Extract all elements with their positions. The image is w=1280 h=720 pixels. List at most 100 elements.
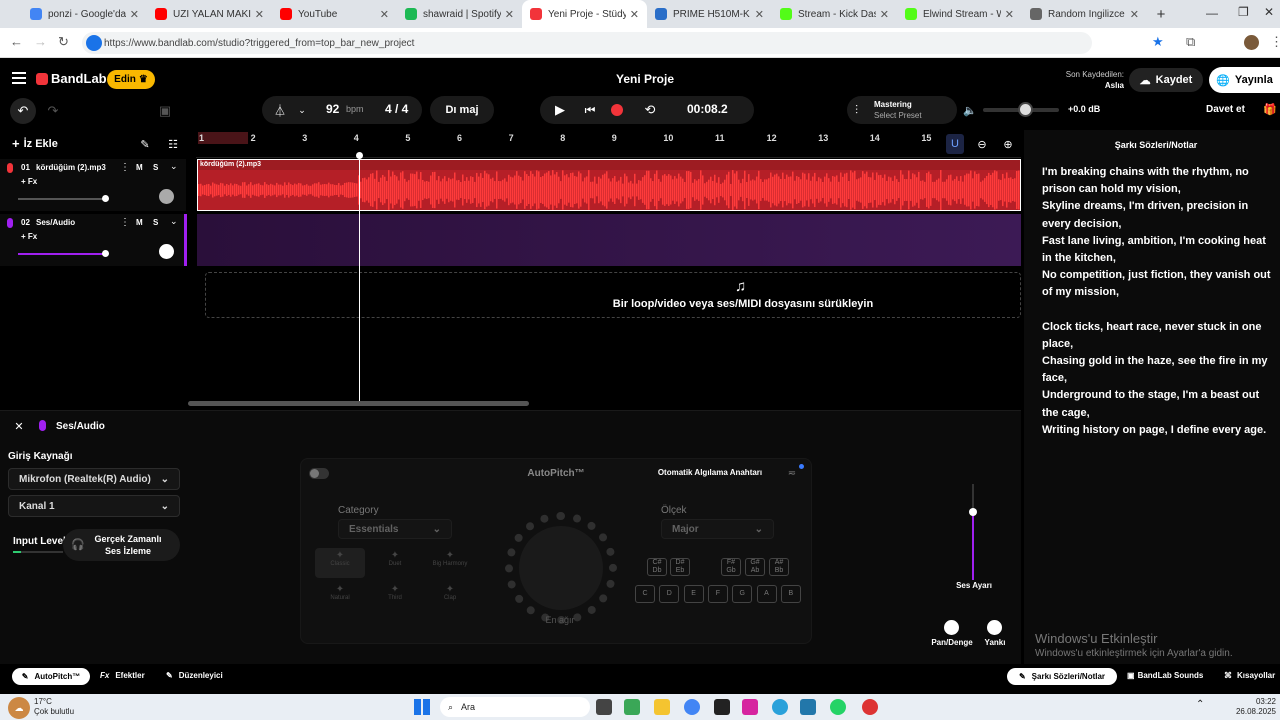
browser-tab[interactable]: ponzi - Google'da Ara ✕	[22, 0, 147, 28]
input-device-select[interactable]: Mikrofon (Realtek(R) Audio) ⌄	[8, 468, 180, 490]
scale-key-sharp[interactable]: F# Gb	[721, 558, 741, 576]
back-icon[interactable]: ←	[10, 34, 23, 49]
zoom-out-icon[interactable]: ⊖	[974, 136, 990, 152]
tab-close-icon[interactable]: ✕	[130, 8, 139, 21]
auto-detect-key-button[interactable]: Otomatik Algılama Anahtarı	[646, 468, 774, 477]
track-expand-icon[interactable]: ⌄	[170, 161, 178, 172]
record-icon[interactable]	[609, 102, 625, 118]
hamburger-icon[interactable]	[12, 72, 26, 84]
scale-key-natural[interactable]: D	[659, 585, 680, 603]
preset-button[interactable]: ✦ Natural	[315, 582, 365, 612]
track-volume-handle[interactable]	[102, 195, 109, 202]
scale-key-natural[interactable]: A	[756, 585, 777, 603]
track-more-icon[interactable]: ⋮	[120, 162, 130, 173]
chrome-icon[interactable]	[684, 699, 700, 715]
sounds-tab[interactable]: ▣ BandLab Sounds	[1127, 671, 1203, 680]
gift-icon[interactable]: 🎁	[1262, 100, 1278, 118]
audio-clip[interactable]: kördüğüm (2).mp3	[197, 159, 1021, 211]
track-pan-knob[interactable]	[159, 189, 174, 204]
tab-close-icon[interactable]: ✕	[630, 8, 639, 21]
browser-tab[interactable]: PRIME H510M-K | Ası ✕	[647, 0, 772, 28]
key-button[interactable]: Dı maj	[430, 96, 494, 124]
track-header[interactable]: 02 Ses/Audio ⋮ M S ⌄ + Fx	[0, 214, 187, 266]
mute-button[interactable]: M	[136, 163, 143, 172]
scale-key-natural[interactable]: G	[732, 585, 753, 603]
rewind-icon[interactable]: ⏮	[580, 100, 600, 120]
task-view-icon[interactable]	[596, 699, 612, 715]
site-info-icon[interactable]	[86, 35, 102, 51]
solo-button[interactable]: S	[153, 218, 158, 227]
scale-key-natural[interactable]: C	[635, 585, 655, 603]
scale-key-sharp[interactable]: G# Ab	[745, 558, 765, 576]
audio-lane[interactable]	[197, 214, 1021, 266]
lyrics-text[interactable]: I'm breaking chains with the rhythm, no p…	[1042, 164, 1272, 439]
autopitch-toggle[interactable]	[309, 468, 329, 479]
file-explorer-icon[interactable]	[654, 699, 670, 715]
bandlab-logo[interactable]: BandLab	[36, 71, 107, 86]
edit-badge[interactable]: Edin ♛	[107, 70, 155, 89]
scale-key-sharp[interactable]: C# Db	[647, 558, 667, 576]
track-header[interactable]: 01 kördüğüm (2).mp3 ⋮ M S ⌄ + Fx	[0, 159, 186, 211]
autopitch-settings-icon[interactable]: ≂	[784, 464, 800, 482]
track-more-icon[interactable]: ⋮	[120, 217, 130, 228]
track-name[interactable]: Ses/Audio	[36, 218, 75, 227]
profile-avatar[interactable]	[1244, 35, 1259, 50]
solo-button[interactable]: S	[153, 163, 158, 172]
close-panel-icon[interactable]: ✕	[12, 419, 26, 433]
clock-date[interactable]: 26.08.2025	[1220, 707, 1276, 716]
telegram-icon[interactable]	[772, 699, 788, 715]
browser-tab[interactable]: Yeni Proje - Stüdyo ✕	[522, 0, 647, 28]
scale-select[interactable]: Major ⌄	[661, 519, 774, 539]
zoom-in-icon[interactable]: ⊕	[1000, 136, 1016, 152]
editor-tab[interactable]: ✎ Düzenleyici	[166, 671, 223, 680]
preset-button[interactable]: ✦ Big Harmony	[425, 548, 475, 578]
scale-key-natural[interactable]: F	[707, 585, 728, 603]
taskbar-search[interactable]: ⌕ Ara	[440, 697, 590, 717]
drop-zone[interactable]	[205, 272, 1021, 318]
preset-button[interactable]: ✦ Duet	[370, 548, 420, 578]
menu-icon[interactable]: ⋮	[1270, 34, 1280, 50]
add-track-button[interactable]: + İz Ekle	[12, 136, 58, 151]
project-title[interactable]: Yeni Proje	[560, 72, 730, 86]
channel-select[interactable]: Kanal 1 ⌄	[8, 495, 180, 517]
browser-tab[interactable]: Random İngilizce rap ✕	[1022, 0, 1147, 28]
new-tab-button[interactable]: +	[1147, 0, 1175, 28]
timeline-scrollbar[interactable]	[188, 401, 529, 406]
discord-icon[interactable]	[742, 699, 758, 715]
mixer-view-icon[interactable]: ▣	[154, 100, 176, 122]
browser-tab[interactable]: YouTube ✕	[272, 0, 397, 28]
shortcuts-tab[interactable]: ⌘ Kısayollar	[1224, 671, 1275, 680]
tab-close-icon[interactable]: ✕	[255, 8, 264, 21]
bpm-value[interactable]: 92	[326, 102, 339, 116]
monitoring-button[interactable]: 🎧 Gerçek Zamanlı Ses İzleme	[63, 529, 180, 561]
preset-button[interactable]: ✦ Classic	[315, 548, 365, 578]
timeline-ruler[interactable]	[196, 130, 1021, 158]
window-close-button[interactable]: ✕	[1264, 5, 1274, 19]
publish-button[interactable]: 🌐 Yayınla	[1209, 67, 1280, 93]
track-volume-slider[interactable]	[18, 198, 106, 200]
tab-close-icon[interactable]: ✕	[1130, 8, 1139, 21]
time-signature[interactable]: 4 / 4	[385, 102, 408, 116]
speaker-icon[interactable]: 🔈	[961, 100, 979, 120]
start-icon[interactable]	[414, 699, 430, 715]
playhead-handle[interactable]	[356, 152, 363, 159]
tab-close-icon[interactable]: ✕	[380, 8, 389, 21]
browser-tab[interactable]: UZİ YALAN MAKİNESİ ✕	[147, 0, 272, 28]
loop-icon[interactable]: ⟲	[640, 100, 660, 120]
scale-key-natural[interactable]: E	[683, 585, 704, 603]
add-fx-button[interactable]: + Fx	[21, 177, 37, 186]
browser-tab[interactable]: Stream - Kick Dashbo ✕	[772, 0, 897, 28]
url-input[interactable]: https://www.bandlab.com/studio?triggered…	[82, 32, 1092, 54]
save-button[interactable]: ☁ Kaydet	[1129, 68, 1203, 92]
preset-button[interactable]: ✦ Clap	[425, 582, 475, 612]
mute-button[interactable]: M	[136, 218, 143, 227]
window-restore-button[interactable]: ❐	[1238, 5, 1249, 19]
scale-key-sharp[interactable]: A# Bb	[769, 558, 789, 576]
track-volume-slider[interactable]	[18, 253, 106, 255]
extensions-icon[interactable]: ⧉	[1186, 34, 1195, 50]
tab-close-icon[interactable]: ✕	[880, 8, 889, 21]
track-volume-handle[interactable]	[102, 250, 109, 257]
volume-fader-handle[interactable]	[969, 508, 977, 516]
tray-chevron-icon[interactable]: ⌃	[1196, 699, 1204, 710]
vs-code-icon[interactable]	[800, 699, 816, 715]
